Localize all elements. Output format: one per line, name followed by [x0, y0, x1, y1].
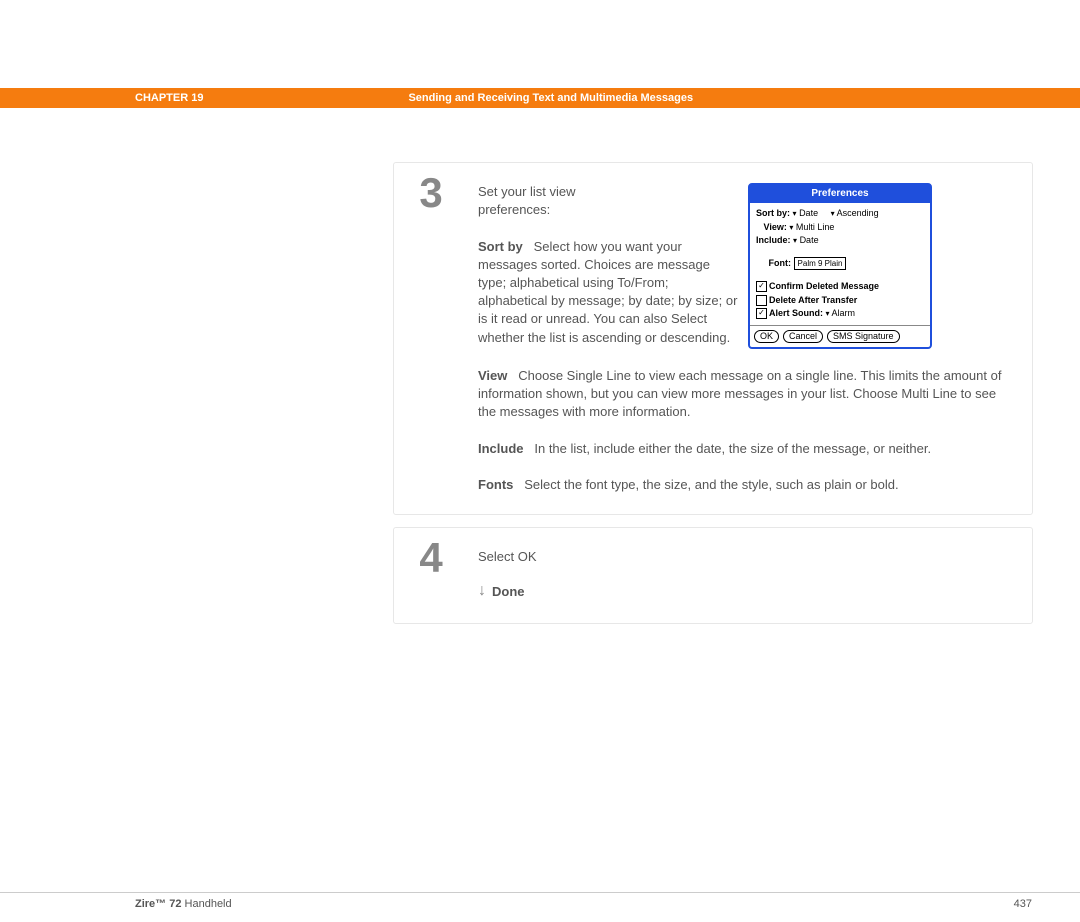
dropdown-icon[interactable]: ▾ — [793, 236, 797, 245]
footer-page-number: 437 — [1014, 898, 1032, 910]
cancel-button[interactable]: Cancel — [783, 330, 823, 343]
sms-signature-button[interactable]: SMS Signature — [827, 330, 900, 343]
dropdown-icon[interactable]: ▾ — [793, 209, 797, 218]
fonts-text: Select the font type, the size, and the … — [524, 477, 898, 492]
step3-intro2: preferences: — [478, 201, 738, 219]
step-4-number: 4 — [394, 528, 468, 623]
step-4: 4 Select OK ↓ Done — [393, 527, 1033, 624]
step-3-body: Set your list view preferences: Sort by … — [468, 163, 1032, 514]
sortby-label: Sort by — [478, 239, 523, 254]
step-3: 3 Set your list view preferences: Sort b… — [393, 162, 1033, 515]
preferences-dialog: Preferences Sort by: ▾ Date ▾ Ascending … — [748, 183, 932, 349]
ok-button[interactable]: OK — [754, 330, 779, 343]
step3-intro1: Set your list view — [478, 183, 738, 201]
prefs-sortby-value[interactable]: Date — [799, 208, 818, 218]
step4-text: Select OK — [478, 548, 537, 566]
sortby-text: Select how you want your messages sorted… — [478, 239, 737, 345]
prefs-delete-after-label: Delete After Transfer — [769, 295, 857, 305]
include-text: In the list, include either the date, th… — [534, 441, 931, 456]
prefs-alert-value[interactable]: Alarm — [832, 308, 856, 318]
dropdown-icon[interactable]: ▾ — [789, 223, 793, 232]
prefs-font-value[interactable]: Palm 9 Plain — [794, 257, 847, 270]
prefs-include-value[interactable]: Date — [800, 235, 819, 245]
chapter-header: CHAPTER 19 Sending and Receiving Text an… — [0, 88, 1080, 108]
prefs-view-value[interactable]: Multi Line — [796, 222, 835, 232]
prefs-include-label: Include: — [756, 235, 791, 245]
content-area: 3 Set your list view preferences: Sort b… — [393, 162, 1033, 624]
checkbox-confirm[interactable]: ✓ — [756, 281, 767, 292]
checkbox-delete-after[interactable] — [756, 295, 767, 306]
dropdown-icon[interactable]: ▾ — [831, 209, 835, 218]
footer-product: Zire™ 72 Handheld — [135, 898, 232, 910]
step-3-number: 3 — [394, 163, 468, 514]
prefs-view-label: View: — [764, 222, 787, 232]
arrow-down-icon: ↓ — [478, 580, 486, 602]
step-4-body: Select OK ↓ Done — [468, 528, 559, 623]
prefs-confirm-label: Confirm Deleted Message — [769, 281, 879, 291]
prefs-sortby-label: Sort by: — [756, 208, 790, 218]
view-text: Choose Single Line to view each message … — [478, 368, 1001, 419]
prefs-title: Preferences — [750, 185, 930, 203]
fonts-label: Fonts — [478, 477, 513, 492]
prefs-font-label: Font: — [769, 258, 792, 268]
checkbox-alert[interactable]: ✓ — [756, 308, 767, 319]
chapter-label: CHAPTER 19 — [135, 92, 203, 104]
done-label: Done — [492, 583, 525, 601]
view-label: View — [478, 368, 507, 383]
prefs-order-value[interactable]: Ascending — [837, 208, 879, 218]
include-label: Include — [478, 441, 524, 456]
chapter-title: Sending and Receiving Text and Multimedi… — [408, 92, 693, 104]
prefs-alert-label: Alert Sound: — [769, 308, 823, 318]
page-footer: Zire™ 72 Handheld 437 — [0, 892, 1080, 914]
dropdown-icon[interactable]: ▾ — [826, 309, 830, 318]
